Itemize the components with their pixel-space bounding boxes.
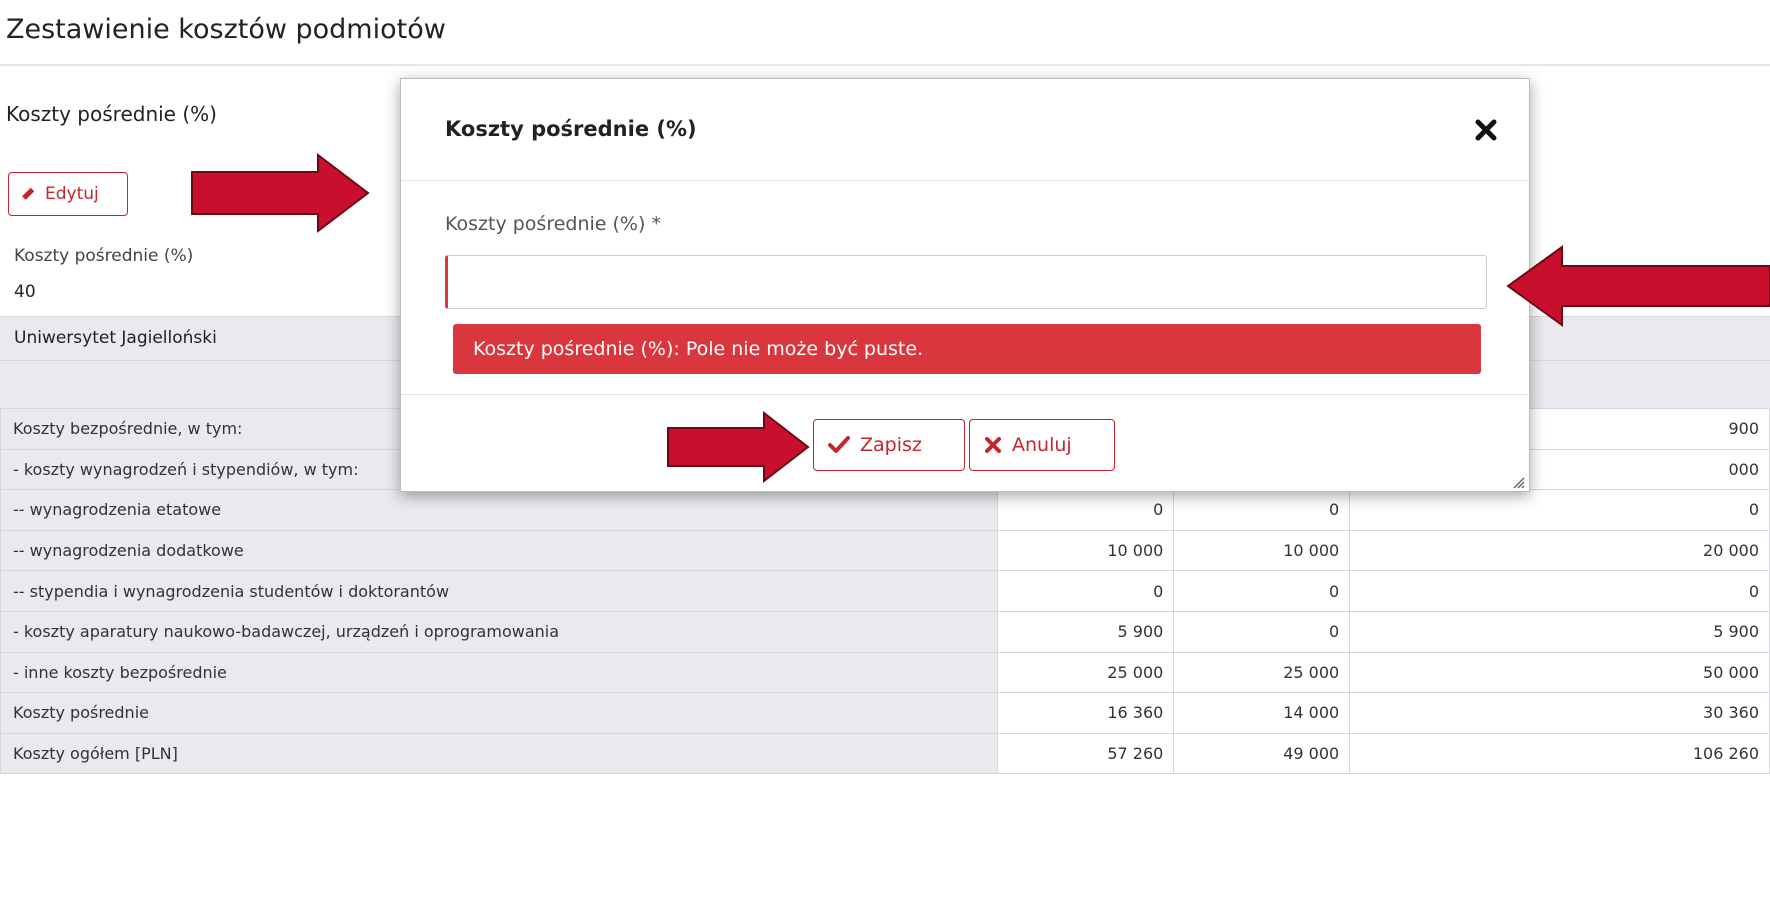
organization-name: Uniwersytet Jagielloński — [14, 328, 217, 348]
row-value: 30 360 — [1349, 692, 1770, 734]
row-value: 14 000 — [1173, 692, 1351, 734]
row-value: 106 260 — [1349, 732, 1770, 775]
row-label: - inne koszty bezpośrednie — [0, 651, 999, 694]
row-value: 0 — [1173, 489, 1351, 531]
row-value: 0 — [1173, 570, 1351, 612]
row-value: 5 900 — [1349, 610, 1770, 653]
row-value: 0 — [1349, 570, 1770, 612]
table-row: - koszty aparatury naukowo-badawczej, ur… — [0, 610, 1770, 653]
row-value: 20 000 — [1349, 529, 1770, 572]
modal-header: Koszty pośrednie (%) — [401, 79, 1529, 181]
cancel-button-label: Anuluj — [1012, 434, 1072, 456]
table-row: - inne koszty bezpośrednie 25 000 25 000 50… — [0, 651, 1770, 694]
modal-field-label: Koszty pośrednie (%) * — [445, 213, 661, 235]
table-row: -- wynagrodzenia etatowe 0 0 0 — [0, 489, 1770, 531]
row-value: 10 000 — [997, 529, 1175, 572]
indirect-costs-input[interactable] — [445, 255, 1487, 309]
row-value: 16 360 — [997, 692, 1175, 734]
save-button[interactable]: Zapisz — [813, 419, 965, 471]
row-label: -- wynagrodzenia etatowe — [0, 489, 999, 531]
edit-button[interactable]: Edytuj — [8, 172, 128, 216]
check-icon — [828, 436, 850, 453]
x-icon — [985, 437, 1001, 453]
row-value: 57 260 — [997, 732, 1175, 775]
field-value: 40 — [14, 282, 36, 302]
pencil-icon — [21, 187, 35, 201]
table-row: -- stypendia i wynagrodzenia studentów i… — [0, 570, 1770, 612]
save-button-label: Zapisz — [860, 434, 922, 456]
row-label: -- stypendia i wynagrodzenia studentów i… — [0, 570, 999, 612]
row-value: 49 000 — [1173, 732, 1351, 775]
row-label: -- wynagrodzenia dodatkowe — [0, 529, 999, 572]
row-label: Koszty pośrednie — [0, 692, 999, 734]
row-value: 5 900 — [997, 610, 1175, 653]
edit-button-label: Edytuj — [45, 184, 99, 204]
arrow-annotation — [191, 152, 370, 234]
modal-title: Koszty pośrednie (%) — [445, 117, 697, 141]
row-value: 10 000 — [1173, 529, 1351, 572]
close-icon[interactable] — [1473, 117, 1499, 143]
row-value: 25 000 — [1173, 651, 1351, 694]
table-row: -- wynagrodzenia dodatkowe 10 000 10 000 20… — [0, 529, 1770, 572]
row-value: 0 — [1349, 489, 1770, 531]
row-value: 0 — [1173, 610, 1351, 653]
page-title: Zestawienie kosztów podmiotów — [6, 14, 446, 45]
row-value: 25 000 — [997, 651, 1175, 694]
resize-handle-icon[interactable] — [1511, 475, 1525, 489]
row-value: 0 — [997, 570, 1175, 612]
cancel-button[interactable]: Anuluj — [969, 419, 1115, 471]
arrow-annotation — [1506, 245, 1770, 327]
arrow-annotation — [667, 410, 810, 484]
table-row: Koszty ogółem [PLN] 57 260 49 000 106 260 — [0, 732, 1770, 775]
field-label: Koszty pośrednie (%) — [14, 246, 194, 266]
section-title: Koszty pośrednie (%) — [6, 102, 217, 126]
row-label: - koszty aparatury naukowo-badawczej, ur… — [0, 610, 999, 653]
table-row: Koszty pośrednie 16 360 14 000 30 360 — [0, 692, 1770, 734]
page-header: Zestawienie kosztów podmiotów — [0, 0, 1770, 66]
modal-footer: Zapisz Anuluj — [401, 394, 1529, 493]
row-value: 50 000 — [1349, 651, 1770, 694]
row-value: 0 — [997, 489, 1175, 531]
modal-dialog: Koszty pośrednie (%) Koszty pośrednie (%… — [400, 78, 1530, 492]
error-message: Koszty pośrednie (%): Pole nie może być … — [453, 324, 1481, 374]
row-label: Koszty ogółem [PLN] — [0, 732, 999, 775]
